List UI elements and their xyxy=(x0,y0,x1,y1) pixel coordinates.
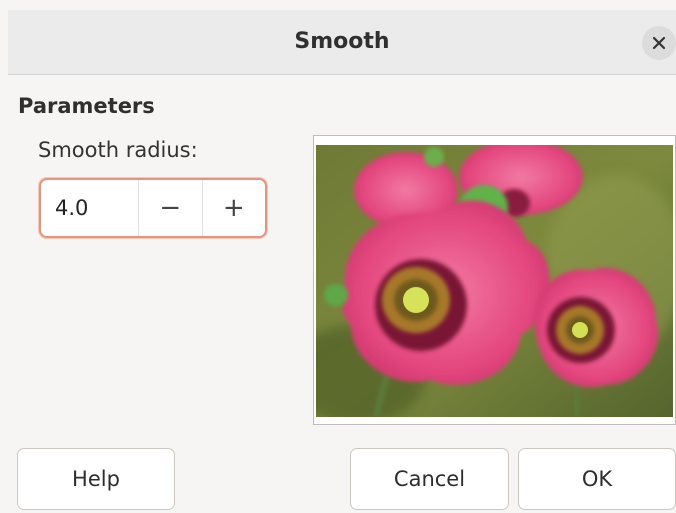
help-button[interactable]: Help xyxy=(17,448,175,510)
smooth-dialog: Smooth Parameters Smooth radius: − + xyxy=(0,0,676,513)
preview-image xyxy=(316,145,673,417)
title-bar: Smooth xyxy=(8,10,676,75)
preview-panel xyxy=(313,135,676,425)
dialog-title: Smooth xyxy=(294,29,390,54)
close-button[interactable] xyxy=(642,26,676,60)
decrement-button[interactable]: − xyxy=(138,180,202,236)
increment-button[interactable]: + xyxy=(201,180,266,236)
smooth-radius-input[interactable] xyxy=(41,180,138,236)
close-icon xyxy=(652,36,666,50)
smooth-radius-label: Smooth radius: xyxy=(38,138,198,162)
ok-button[interactable]: OK xyxy=(518,448,676,510)
smooth-radius-spinbox: − + xyxy=(39,178,267,238)
parameters-heading: Parameters xyxy=(18,94,155,118)
cancel-button[interactable]: Cancel xyxy=(350,448,509,510)
